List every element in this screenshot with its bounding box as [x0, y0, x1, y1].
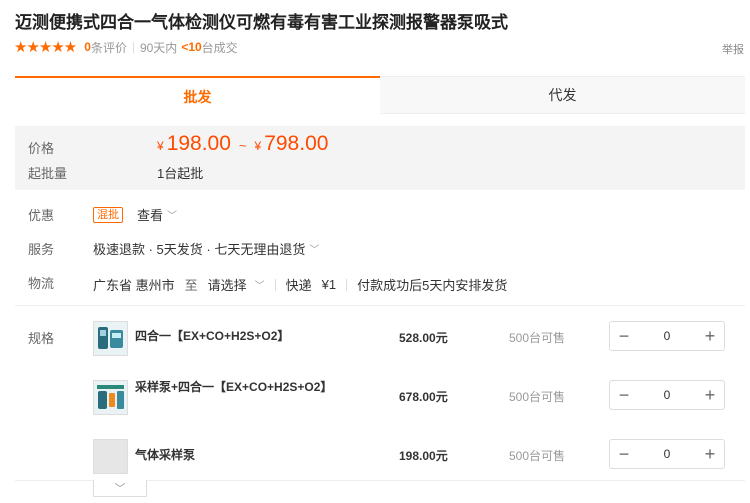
- spec-price: 528.00元: [399, 331, 448, 345]
- price-range: ¥ 198.00 ~ ¥ 798.00: [157, 132, 328, 156]
- section-divider: [15, 305, 745, 306]
- service-value: 极速退款 · 5天发货 · 七天无理由退货: [93, 242, 306, 257]
- placeholder-image-icon[interactable]: [93, 439, 128, 474]
- tab-dropship[interactable]: 代发: [380, 76, 745, 114]
- spec-stock: 500台可售: [509, 331, 566, 345]
- spec-item: 气体采样泵 198.00元 500台可售 − 0 +: [93, 436, 730, 486]
- shipping-fee: ¥1: [321, 277, 337, 292]
- spec-name: 采样泵+四合一【EX+CO+H2S+O2】: [135, 380, 333, 394]
- moq-label: 起批量: [28, 166, 68, 181]
- quantity-stepper: − 0 +: [609, 321, 725, 351]
- chevron-down-icon[interactable]: ﹀: [167, 207, 177, 222]
- expand-specs-button[interactable]: ﹀: [93, 480, 147, 497]
- tab-wholesale[interactable]: 批发: [15, 76, 380, 115]
- service-label: 服务: [28, 242, 55, 257]
- rating-stars-icon: ★★★★★: [14, 39, 77, 56]
- period-label: 90天内: [139, 40, 178, 55]
- increment-button[interactable]: +: [696, 440, 724, 468]
- decrement-button[interactable]: −: [610, 381, 638, 409]
- spec-name: 气体采样泵: [135, 448, 196, 462]
- quantity-input[interactable]: 0: [638, 329, 696, 343]
- service-row[interactable]: 极速退款 · 5天发货 · 七天无理由退货 ﹀: [93, 239, 319, 258]
- quantity-input[interactable]: 0: [638, 447, 696, 461]
- logistics-to: 至: [184, 278, 198, 293]
- spec-stock: 500台可售: [509, 449, 566, 463]
- decrement-button[interactable]: −: [610, 322, 638, 350]
- chevron-down-icon[interactable]: ﹀: [255, 277, 265, 292]
- deal-count: <10: [181, 40, 202, 54]
- product-thumbnail[interactable]: [93, 321, 128, 356]
- deal-label: 台成交: [201, 40, 238, 55]
- currency-symbol: ¥: [254, 139, 262, 153]
- product-title: 迈测便携式四合一气体检测仪可燃有毒有害工业探测报警器泵吸式: [15, 13, 508, 32]
- logistics-divider: [274, 278, 276, 291]
- increment-button[interactable]: +: [696, 381, 724, 409]
- price-label: 价格: [28, 141, 55, 156]
- logistics-row: 广东省 惠州市 至 请选择 ﹀ 快递 ¥1 付款成功后5天内安排发货: [93, 275, 507, 294]
- quantity-stepper: − 0 +: [609, 380, 725, 410]
- currency-symbol: ¥: [157, 139, 164, 153]
- quantity-input[interactable]: 0: [638, 388, 696, 402]
- mixed-batch-badge: 混批: [93, 206, 123, 223]
- destination-select[interactable]: 请选择: [208, 275, 247, 294]
- meta-divider: [132, 41, 134, 53]
- discount-view-link[interactable]: 查看: [137, 205, 163, 224]
- spec-item: 四合一【EX+CO+H2S+O2】 528.00元 500台可售 − 0 +: [93, 318, 730, 368]
- discount-row: 混批 查看 ﹀: [93, 205, 177, 224]
- spec-price: 678.00元: [399, 390, 448, 404]
- price-panel: 价格 ¥ 198.00 ~ ¥ 798.00 起批量 1台起批: [15, 126, 745, 190]
- product-thumbnail[interactable]: [93, 380, 128, 415]
- product-meta: ★★★★★ 0 条评价 90天内 <10 台成交: [14, 38, 238, 56]
- logistics-divider: [346, 278, 348, 291]
- increment-button[interactable]: +: [696, 322, 724, 350]
- price-tilde: ~: [238, 138, 247, 153]
- spec-label: 规格: [28, 331, 55, 346]
- quantity-stepper: − 0 +: [609, 439, 725, 469]
- moq-value: 1台起批: [157, 166, 204, 181]
- spec-price: 198.00元: [399, 449, 448, 463]
- review-label[interactable]: 条评价: [91, 39, 127, 56]
- price-min: 198.00: [166, 132, 231, 155]
- shipping-note: 付款成功后5天内安排发货: [357, 278, 508, 293]
- shipping-method: 快递: [285, 278, 312, 293]
- chevron-down-icon[interactable]: ﹀: [309, 241, 319, 256]
- logistics-origin: 广东省 惠州市: [93, 278, 175, 293]
- purchase-tabs: 批发 代发: [15, 76, 745, 115]
- review-count[interactable]: 0: [84, 40, 91, 54]
- spec-stock: 500台可售: [509, 390, 566, 404]
- spec-item: 采样泵+四合一【EX+CO+H2S+O2】 678.00元 500台可售 − 0…: [93, 377, 730, 427]
- chevron-down-icon: ﹀: [114, 483, 126, 495]
- discount-label: 优惠: [28, 208, 55, 223]
- report-link[interactable]: 举报: [722, 41, 744, 57]
- decrement-button[interactable]: −: [610, 440, 638, 468]
- spec-name: 四合一【EX+CO+H2S+O2】: [135, 329, 290, 343]
- price-max: 798.00: [264, 132, 329, 155]
- logistics-label: 物流: [28, 276, 55, 291]
